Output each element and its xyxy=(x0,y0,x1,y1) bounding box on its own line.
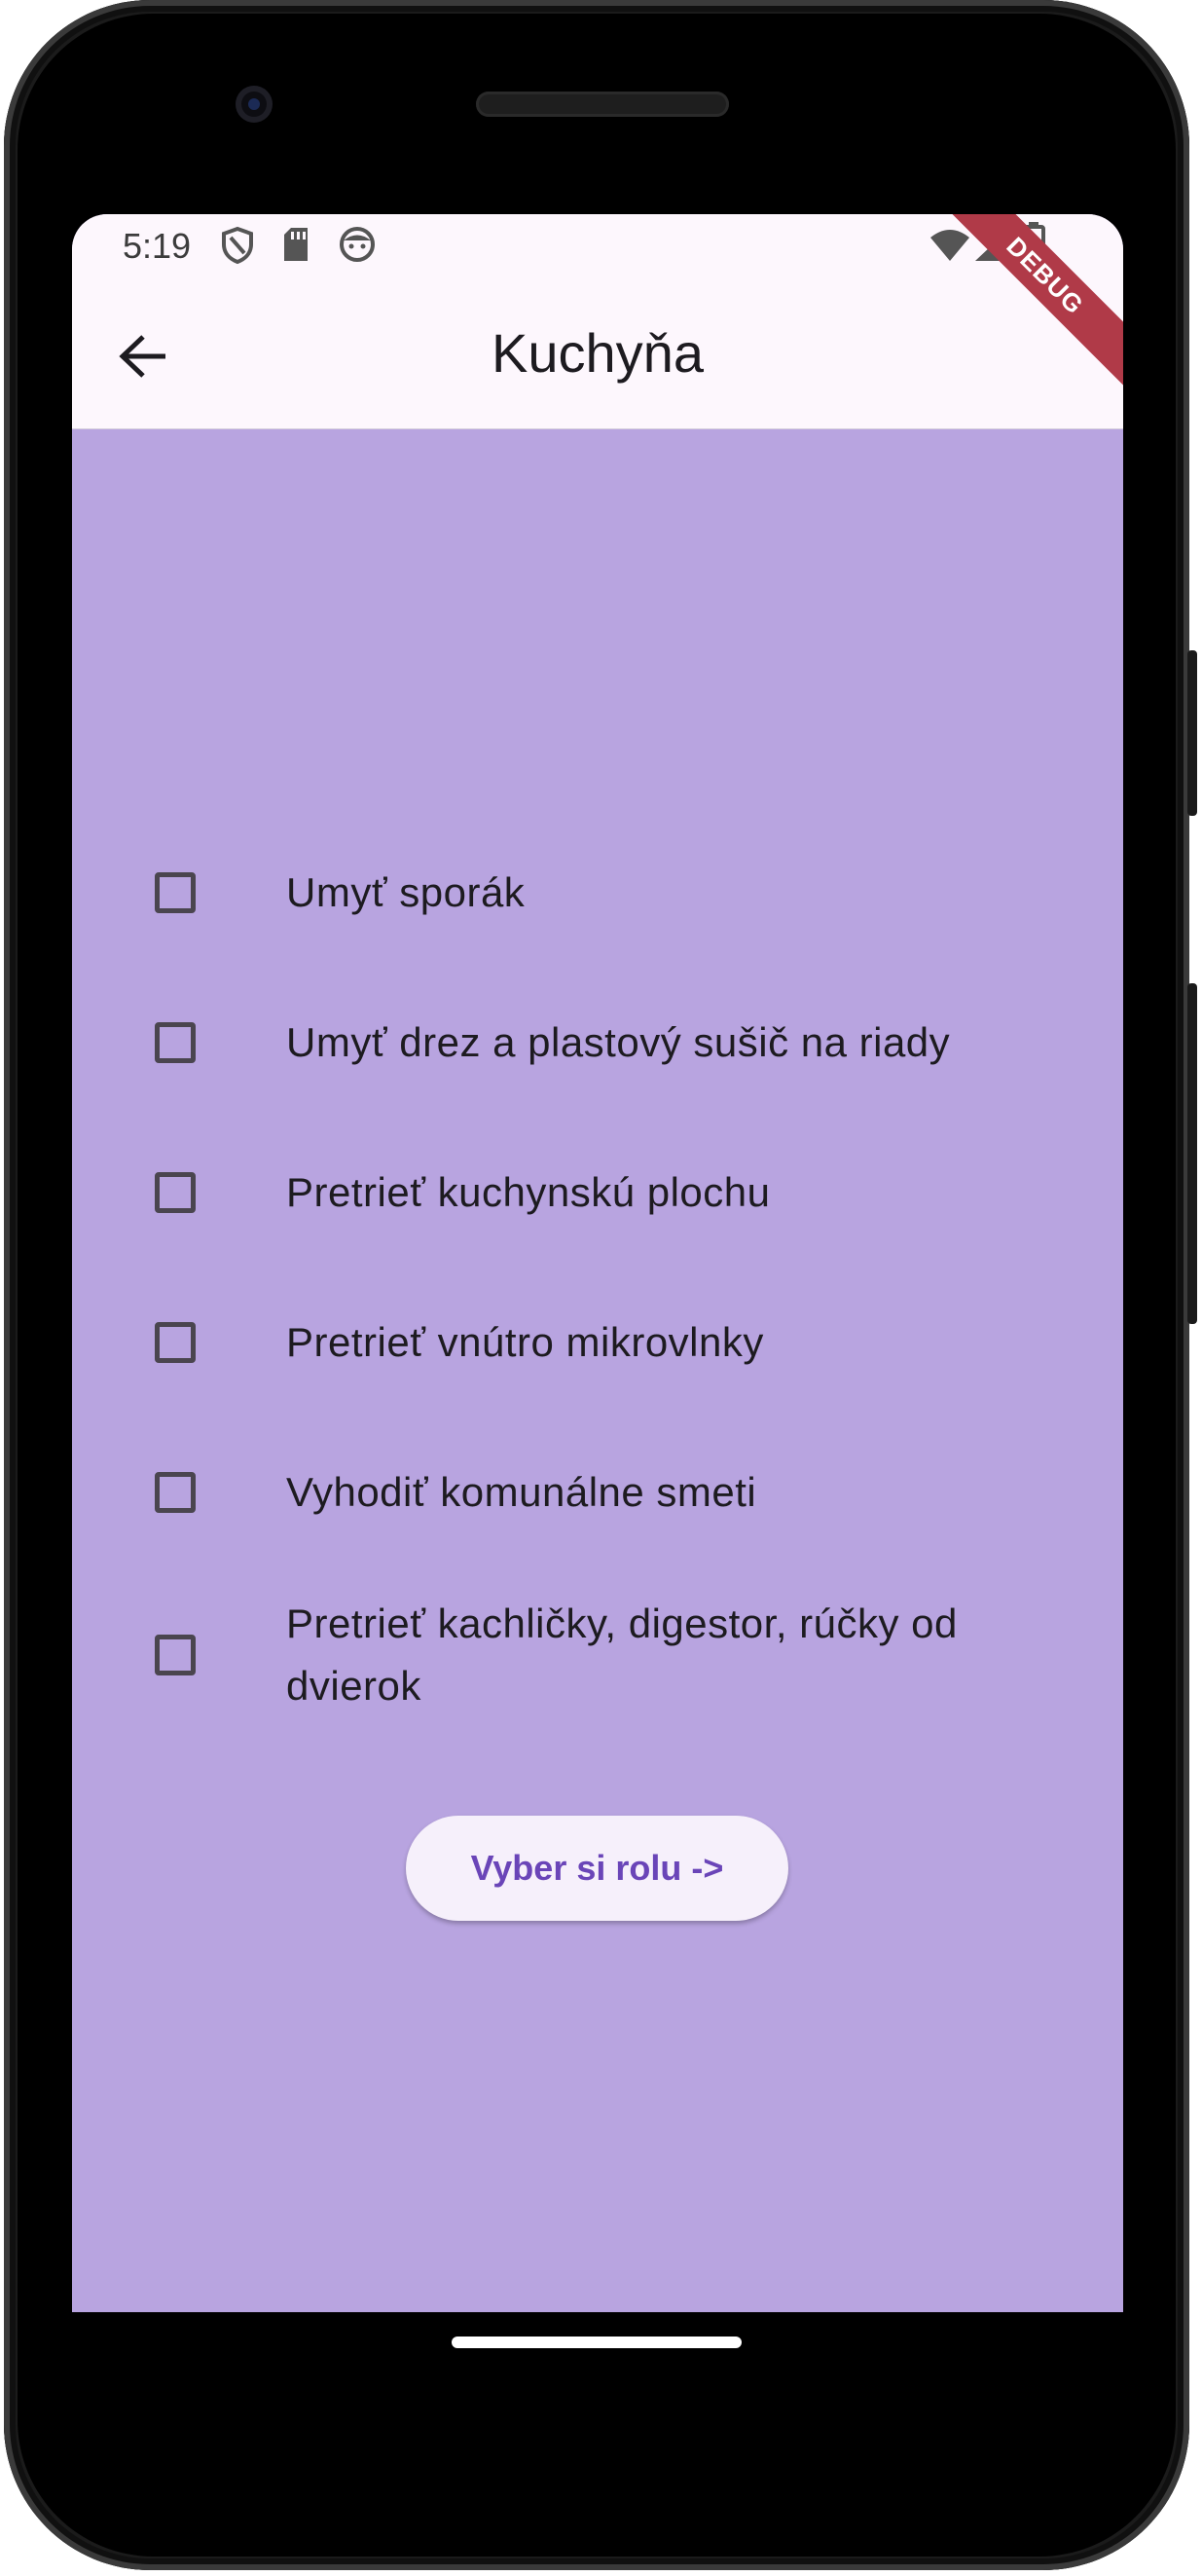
page-title: Kuchyňa xyxy=(492,322,704,384)
task-label: Pretrieť kachličky, digestor, rúčky od d… xyxy=(286,1601,958,1709)
task-list: Umyť sporák Umyť drez a plastový sušič n… xyxy=(72,818,1123,1743)
task-checkbox[interactable] xyxy=(155,1022,196,1063)
power-button xyxy=(1187,983,1197,1324)
task-checkbox[interactable] xyxy=(155,1635,196,1675)
home-indicator[interactable] xyxy=(452,2337,742,2348)
wifi-icon xyxy=(929,228,971,268)
app-screen: 5:19 Kuchyňa DEBUG Umyť sporák Umyť drez… xyxy=(72,214,1123,2312)
task-label: Pretrieť vnútro mikrovlnky xyxy=(286,1319,764,1365)
task-label: Umyť drez a plastový sušič na riady xyxy=(286,1019,951,1065)
earpiece-speaker xyxy=(476,92,729,117)
task-checkbox[interactable] xyxy=(155,872,196,913)
list-item[interactable]: Pretrieť kachličky, digestor, rúčky od d… xyxy=(72,1567,1123,1743)
list-item[interactable]: Umyť drez a plastový sušič na riady xyxy=(72,968,1123,1118)
face-icon xyxy=(339,226,376,268)
list-item[interactable]: Vyhodiť komunálne smeti xyxy=(72,1417,1123,1567)
phone-frame: 5:19 Kuchyňa DEBUG Umyť sporák Umyť drez… xyxy=(4,0,1197,2570)
front-camera xyxy=(236,86,273,123)
task-checkbox[interactable] xyxy=(155,1472,196,1513)
task-label: Umyť sporák xyxy=(286,869,526,915)
volume-button xyxy=(1187,650,1197,816)
list-item[interactable]: Pretrieť vnútro mikrovlnky xyxy=(72,1268,1123,1417)
choose-role-button[interactable]: Vyber si rolu -> xyxy=(406,1816,788,1921)
shield-icon xyxy=(220,226,255,270)
sd-card-icon xyxy=(281,226,310,268)
task-checkbox[interactable] xyxy=(155,1172,196,1213)
task-checkbox[interactable] xyxy=(155,1322,196,1363)
list-item[interactable]: Pretrieť kuchynskú plochu xyxy=(72,1118,1123,1268)
list-item[interactable]: Umyť sporák xyxy=(72,818,1123,968)
task-label: Vyhodiť komunálne smeti xyxy=(286,1469,757,1515)
app-bar: Kuchyňa xyxy=(72,282,1123,429)
task-label: Pretrieť kuchynskú plochu xyxy=(286,1169,771,1215)
status-time: 5:19 xyxy=(123,226,192,266)
